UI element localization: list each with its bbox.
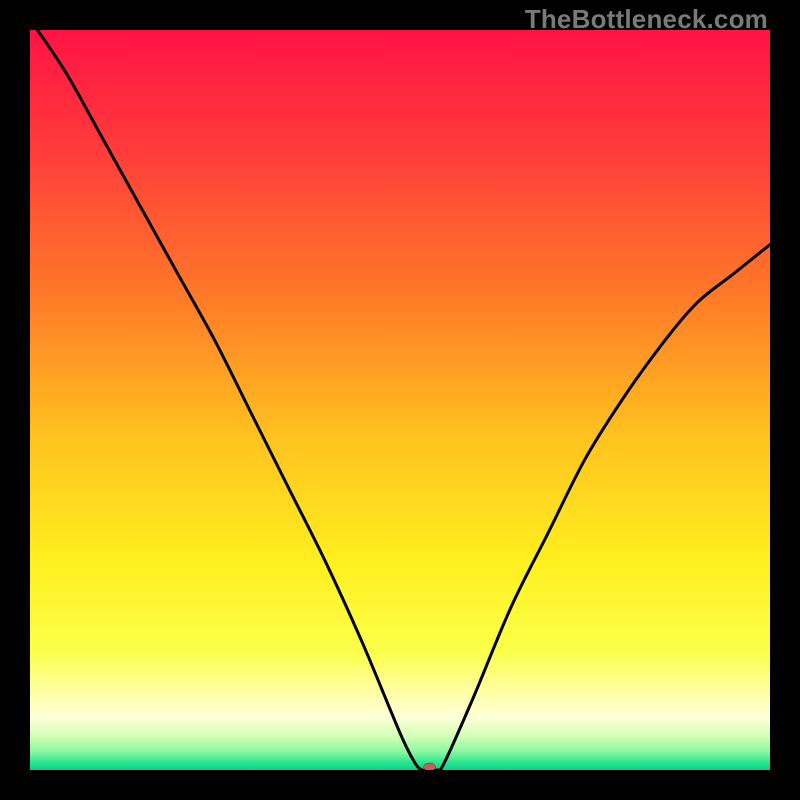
plot-area: [30, 30, 770, 770]
chart-frame: TheBottleneck.com: [0, 0, 800, 800]
heat-gradient-background: [30, 30, 770, 770]
watermark-label: TheBottleneck.com: [525, 4, 768, 35]
bottleneck-chart: [30, 30, 770, 770]
optimum-marker: [424, 763, 436, 770]
